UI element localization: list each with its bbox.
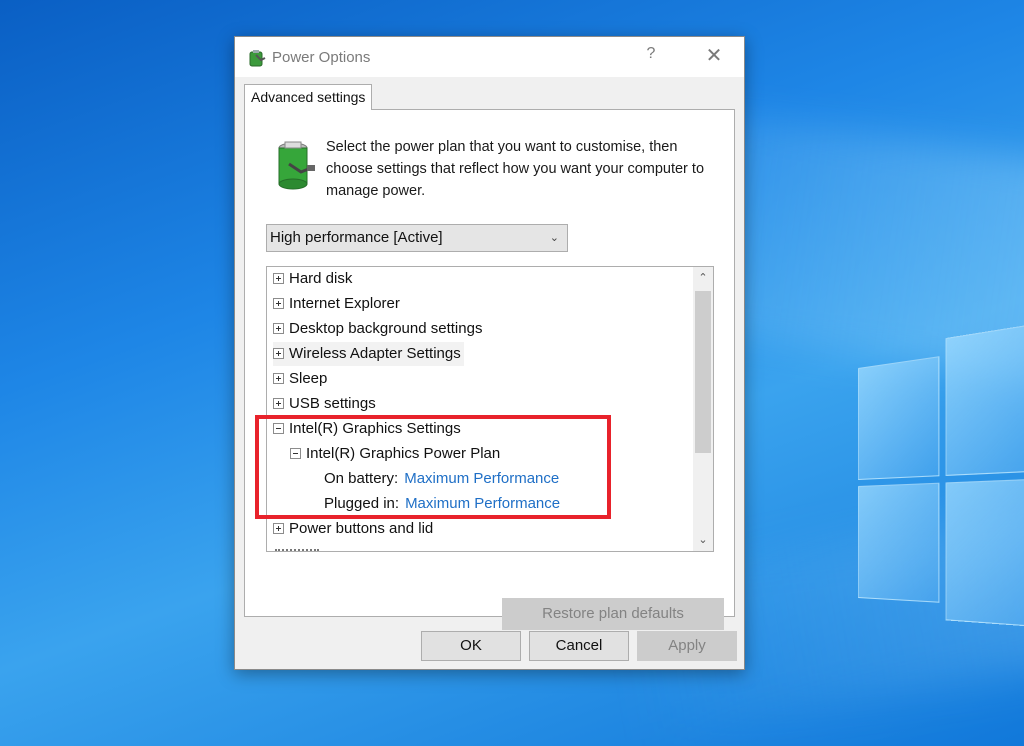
logo-pane: [945, 477, 1024, 629]
tree-item-label: Hard disk: [289, 270, 353, 287]
scroll-down-icon[interactable]: ⌄: [693, 529, 713, 551]
windows-logo: [858, 319, 1024, 746]
clipped-tree-item: [275, 549, 319, 551]
logo-pane: [945, 320, 1024, 476]
expand-plus-icon[interactable]: [273, 348, 284, 359]
tree-item-label: Wireless Adapter Settings: [289, 345, 461, 362]
tree-item-power-buttons[interactable]: Power buttons and lid: [273, 517, 433, 541]
logo-pane: [858, 356, 940, 480]
help-button[interactable]: ?: [640, 45, 662, 69]
tree-item-label: Desktop background settings: [289, 320, 483, 337]
tree-item-label: Internet Explorer: [289, 295, 400, 312]
window-title: Power Options: [272, 49, 371, 66]
chevron-down-icon: ⌄: [549, 232, 559, 244]
annotation-highlight-box: [255, 415, 611, 519]
tree-item-sleep[interactable]: Sleep: [273, 367, 327, 391]
power-plan-value: High performance [Active]: [270, 229, 443, 246]
tree-item-label: Power buttons and lid: [289, 520, 434, 537]
cancel-button[interactable]: Cancel: [529, 631, 629, 661]
tree-item-label: Sleep: [289, 370, 328, 387]
tree-item-hard-disk[interactable]: Hard disk: [273, 267, 352, 291]
advanced-settings-panel: Select the power plan that you want to c…: [244, 109, 735, 630]
power-options-dialog: Power Options ? ✕ Advanced settings Sele…: [234, 36, 745, 670]
close-button[interactable]: ✕: [697, 43, 731, 71]
tree-scrollbar[interactable]: ⌃ ⌄: [693, 267, 713, 551]
power-plan-dropdown[interactable]: High performance [Active] ⌄: [266, 224, 568, 252]
tree-item-usb-settings[interactable]: USB settings: [273, 392, 376, 416]
tree-item-desktop-background[interactable]: Desktop background settings: [273, 317, 482, 341]
expand-plus-icon[interactable]: [273, 323, 284, 334]
logo-pane: [858, 482, 940, 603]
title-bar[interactable]: Power Options ? ✕: [235, 37, 744, 77]
battery-plug-icon: [278, 141, 315, 190]
apply-button[interactable]: Apply: [637, 631, 737, 661]
restore-plan-defaults-button[interactable]: Restore plan defaults: [502, 598, 724, 630]
tree-item-wireless-adapter[interactable]: Wireless Adapter Settings: [273, 342, 464, 366]
expand-plus-icon[interactable]: [273, 273, 284, 284]
ok-button[interactable]: OK: [421, 631, 521, 661]
tab-advanced-settings[interactable]: Advanced settings: [244, 84, 373, 110]
scrollbar-thumb[interactable]: [695, 291, 711, 453]
tree-item-internet-explorer[interactable]: Internet Explorer: [273, 292, 400, 316]
intro-text: Select the power plan that you want to c…: [326, 139, 705, 199]
scroll-up-icon[interactable]: ⌃: [693, 267, 713, 289]
expand-plus-icon[interactable]: [273, 523, 284, 534]
tree-item-label: USB settings: [289, 395, 376, 412]
expand-plus-icon[interactable]: [273, 398, 284, 409]
expand-plus-icon[interactable]: [273, 373, 284, 384]
power-options-icon: [249, 50, 266, 67]
expand-plus-icon[interactable]: [273, 298, 284, 309]
